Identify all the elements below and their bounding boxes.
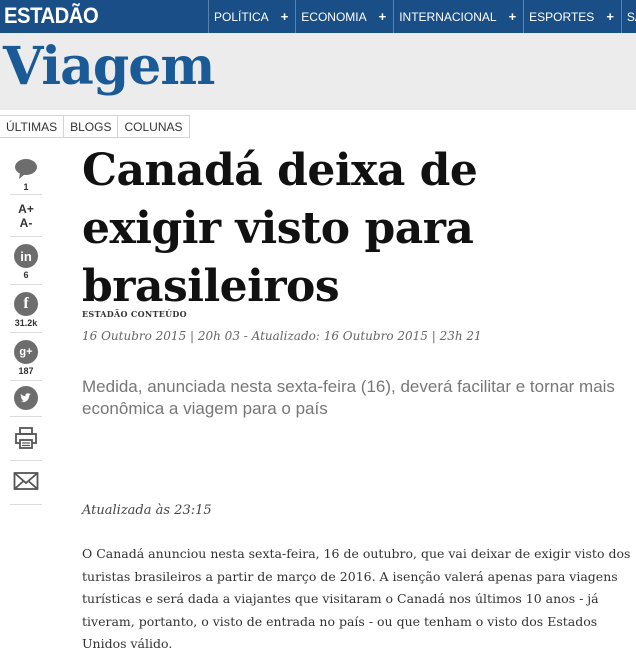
article-dateline: 16 Outubro 2015 | 20h 03 - Atualizado: 1…: [82, 329, 482, 343]
article-byline: ESTADÃO CONTEÚDO: [82, 309, 187, 319]
plus-icon[interactable]: +: [606, 9, 614, 24]
printer-icon: [15, 427, 37, 449]
envelope-icon: [13, 472, 39, 490]
nav-label: ESPORTES: [529, 9, 595, 24]
share-sidebar: 1 A+ A- in 6 f 31.2k g+ 187: [10, 150, 42, 505]
font-increase-button[interactable]: A+: [18, 202, 34, 216]
article-deck: Medida, anunciada nesta sexta-feira (16)…: [82, 377, 615, 418]
section-subnav: ÚLTIMAS BLOGS COLUNAS: [0, 115, 190, 138]
plus-icon[interactable]: +: [281, 9, 289, 24]
googleplus-icon: g+: [14, 340, 38, 364]
comments-count: 1: [23, 182, 29, 192]
plus-icon[interactable]: +: [509, 9, 517, 24]
plus-icon[interactable]: +: [379, 9, 387, 24]
nav-label: ECONOMIA: [301, 9, 367, 24]
section-title[interactable]: Viagem: [3, 41, 215, 93]
font-decrease-button[interactable]: A-: [20, 216, 33, 230]
googleplus-count: 187: [18, 366, 34, 376]
brand-logo[interactable]: ESTADÃO: [4, 3, 99, 29]
top-navigation-bar: ESTADÃO POLÍTICA + ECONOMIA + INTERNACIO…: [0, 0, 636, 33]
twitter-share-button[interactable]: [10, 381, 42, 417]
nav-label: POLÍTICA: [214, 9, 269, 24]
twitter-icon: [14, 386, 38, 410]
subnav-item-ultimas[interactable]: ÚLTIMAS: [0, 115, 65, 138]
facebook-count: 31.2k: [14, 318, 38, 328]
googleplus-share-button[interactable]: g+ 187: [10, 333, 42, 381]
email-button[interactable]: [10, 461, 42, 505]
article-body-paragraph: O Canadá anunciou nesta sexta-feira, 16 …: [82, 546, 631, 652]
nav-item-sao-paulo[interactable]: SÃO PAU: [620, 0, 636, 33]
subnav-item-blogs[interactable]: BLOGS: [64, 115, 119, 138]
comments-button[interactable]: 1: [10, 150, 42, 195]
main-nav: POLÍTICA + ECONOMIA + INTERNACIONAL + ES…: [208, 0, 636, 33]
nav-item-esportes[interactable]: ESPORTES +: [523, 0, 621, 33]
subnav-item-colunas[interactable]: COLUNAS: [118, 115, 190, 138]
nav-item-internacional[interactable]: INTERNACIONAL +: [393, 0, 523, 33]
linkedin-icon: in: [14, 244, 38, 268]
print-button[interactable]: [10, 417, 42, 461]
facebook-icon: f: [14, 292, 38, 316]
nav-item-politica[interactable]: POLÍTICA +: [208, 0, 295, 33]
facebook-share-button[interactable]: f 31.2k: [10, 285, 42, 333]
nav-label: INTERNACIONAL: [399, 9, 497, 24]
linkedin-count: 6: [23, 270, 29, 280]
article-updated-note: Atualizada às 23:15: [82, 503, 212, 518]
nav-label: SÃO PAU: [626, 9, 636, 24]
comment-icon: [15, 159, 37, 179]
font-size-control: A+ A-: [10, 195, 42, 237]
article-headline: Canadá deixa de exigir visto para brasil…: [82, 145, 478, 312]
linkedin-share-button[interactable]: in 6: [10, 237, 42, 285]
nav-item-economia[interactable]: ECONOMIA +: [295, 0, 393, 33]
